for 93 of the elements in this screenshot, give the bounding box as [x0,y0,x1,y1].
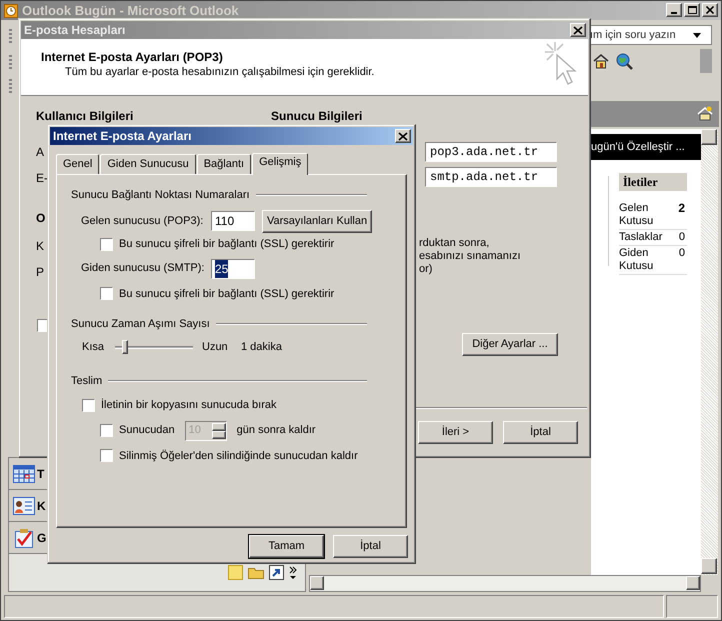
customize-link[interactable]: ugün'ü Özelleştir ... [591,138,685,156]
minimize-button[interactable] [666,3,682,17]
checkbox[interactable] [82,398,95,412]
tab[interactable]: Bağlantı [196,154,252,174]
tab[interactable]: Genel [56,154,100,174]
calendar-icon[interactable] [13,464,35,482]
shortcut-icon[interactable] [269,565,284,580]
checkbox-label: Sunucudan [119,423,175,438]
dialog-title: E-posta Hesapları [24,22,126,39]
group-title: Sunucu Bağlantı Noktası Numaraları [71,188,250,203]
horizontal-scrollbar[interactable] [309,575,701,592]
folder-count: 0 [678,247,686,261]
chevron-icon[interactable] [289,566,297,580]
field-label: P [36,264,44,281]
close-icon [398,132,408,140]
header-subtitle: Tüm bu ayarlar e-posta hesabınızın çalışabilmesi için gereklidir. [64,65,376,80]
description-text: rduktan sonra, [419,237,490,250]
customize-bar[interactable]: ugün'ü Özelleştir ... [591,134,701,160]
cancel-button[interactable]: İptal [333,535,408,558]
tab[interactable]: Giden Sunucusu [100,154,196,174]
timeout-value: 1 dakika [241,340,282,355]
folder-name[interactable]: Taslaklar [619,231,664,244]
port-field[interactable]: 25 [211,258,255,278]
field-label: E- [36,170,48,187]
checkbox-label: Silinmiş Öğeler'den silindiğinde sunucudan kaldır [119,448,358,464]
home-icon[interactable] [593,53,609,69]
vertical-scrollbar[interactable] [701,129,718,575]
maximize-button[interactable] [684,3,700,17]
home-gear-icon[interactable] [697,105,713,121]
scroll-up-button[interactable] [701,129,717,145]
group-title: Teslim [71,374,102,389]
folder-count: 2 [678,202,686,217]
minimize-icon [671,12,677,14]
navigation-label: K [37,498,46,514]
header-title: Internet E-posta Ayarları (POP3) [41,50,224,65]
field-value: 25 [215,260,228,278]
navigation-label: G [37,530,46,546]
checklist-icon[interactable] [13,526,35,548]
field-label: Giden sunucusu (SMTP): [81,261,206,276]
app-clock-icon [4,4,18,18]
field-label: O [36,210,46,227]
cancel-button[interactable]: İptal [503,421,578,444]
dialog-title: Internet E-posta Ayarları [53,128,192,145]
close-icon [706,6,714,14]
tab[interactable]: Gelişmiş [252,153,308,175]
globe-search-icon[interactable] [615,52,633,70]
description-text: or) [419,263,432,276]
scroll-down-button[interactable] [701,558,717,574]
group-title: Sunucu Zaman Aşımı Sayısı [71,316,210,332]
contact-card-icon[interactable] [13,496,35,514]
scroll-left-button[interactable] [310,576,324,590]
close-button[interactable] [702,3,718,17]
field-label: Gelen sunucusu (POP3): [81,214,204,229]
folder-name[interactable]: Giden Kutusu [619,247,664,273]
toolbar-grip[interactable] [9,29,12,43]
dropdown-arrow-icon[interactable] [693,32,701,38]
server-field[interactable]: pop3.ada.net.tr [425,142,557,162]
field-label: A [36,144,44,161]
messages-title: İletiler [623,174,658,191]
checkbox-label: Bu sunucu şifreli bir bağlantı (SSL) gerektirir [119,237,334,252]
status-panel [666,595,718,618]
slider-label: Kısa [82,340,106,355]
server-field[interactable]: smtp.ada.net.tr [425,167,557,187]
folder-name[interactable]: Gelen Kutusu [619,202,664,228]
scroll-right-button[interactable] [686,576,700,590]
checkbox-label: gün sonra kaldır [236,423,316,438]
folder-icon[interactable] [248,566,264,579]
more-settings-button[interactable]: Diğer Ayarlar ... [462,333,558,356]
toolbar-grip[interactable] [9,55,12,69]
window-title: Outlook Bugün - Microsoft Outlook [22,2,239,20]
ok-button[interactable]: Tamam [249,535,324,558]
checkbox[interactable] [100,287,113,300]
next-button[interactable]: İleri > [418,421,493,444]
navigation-label: T [37,466,44,482]
folder-count: 0 [678,231,686,244]
close-button[interactable] [395,129,411,143]
checkbox[interactable] [100,238,113,251]
checkbox-label: İletinin bir kopyasını sunucuda bırak [101,398,276,413]
section-title: Sunucu Bilgileri [271,108,362,125]
timeout-slider[interactable] [115,338,193,356]
toolbar-grip[interactable] [9,79,12,93]
checkbox[interactable] [100,449,113,462]
section-title: Kullanıcı Bilgileri [36,108,134,125]
checkbox-label: Bu sunucu şifreli bir bağlantı (SSL) gerektirir [119,286,334,302]
maximize-icon [688,6,696,14]
slider-thumb[interactable] [122,340,128,354]
port-field[interactable]: 110 [211,211,255,231]
defaults-button[interactable]: Varsayılanları Kullan [262,210,372,232]
field-label: K [36,238,44,255]
close-button[interactable] [570,23,586,37]
slider-label: Uzun [202,340,229,355]
close-icon [573,26,583,34]
description-text: esabınızı sınamanızı [419,250,520,263]
